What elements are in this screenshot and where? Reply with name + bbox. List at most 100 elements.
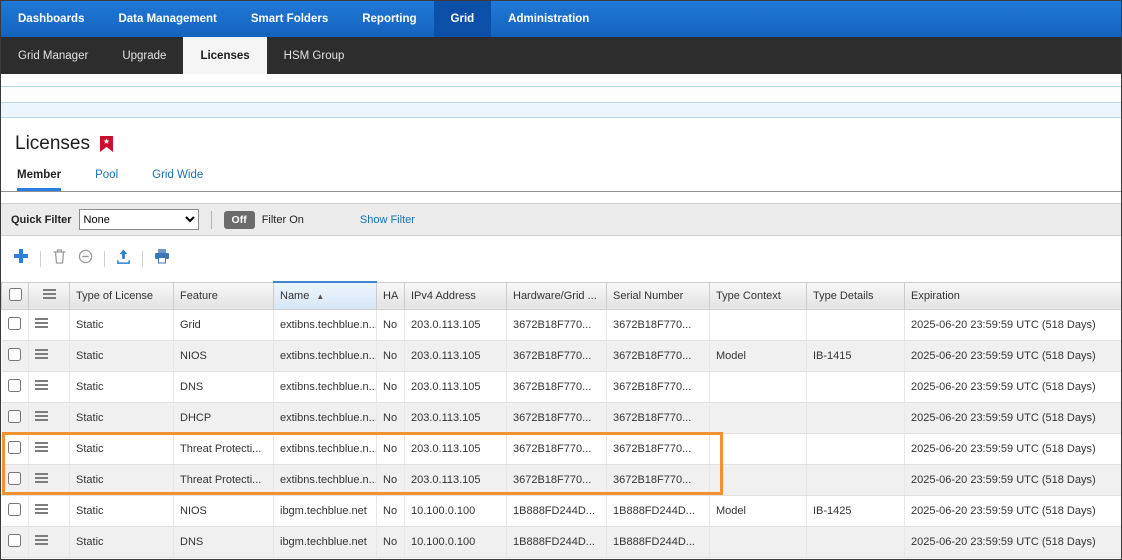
column-header-type-details[interactable]: Type Details: [807, 282, 905, 309]
row-menu-icon[interactable]: [35, 502, 48, 516]
table-row[interactable]: StaticDNSibgm.techblue.netNo10.100.0.100…: [2, 526, 1122, 557]
cell-serial-number: 3672B18F770...: [607, 371, 710, 402]
subnav-hsm-group[interactable]: HSM Group: [267, 37, 362, 74]
nav-data-management[interactable]: Data Management: [101, 1, 233, 37]
row-menu-icon[interactable]: [35, 533, 48, 547]
cell-feature: DNS: [174, 526, 274, 557]
row-menu-icon[interactable]: [35, 347, 48, 361]
row-menu-cell: [29, 495, 70, 526]
table-row[interactable]: StaticNIOSibgm.techblue.netNo10.100.0.10…: [2, 495, 1122, 526]
cell-ha: No: [377, 495, 405, 526]
row-menu-cell: [29, 402, 70, 433]
cell-serial-number: 3672B18F770...: [607, 433, 710, 464]
row-checkbox[interactable]: [8, 534, 21, 547]
table-row[interactable]: StaticNIOSextibns.techblue.n...No203.0.1…: [2, 340, 1122, 371]
table-menu-icon[interactable]: [43, 287, 56, 301]
table-row[interactable]: StaticDNSextibns.techblue.n...No203.0.11…: [2, 371, 1122, 402]
row-menu-icon[interactable]: [35, 316, 48, 330]
column-header-serial-number[interactable]: Serial Number: [607, 282, 710, 309]
column-header-feature[interactable]: Feature: [174, 282, 274, 309]
delete-button[interactable]: [52, 248, 67, 269]
cell-expiration: 2025-06-20 23:59:59 UTC (518 Days): [905, 464, 1122, 495]
cell-hardware: 1B888FD244D...: [507, 526, 607, 557]
subnav-grid-manager[interactable]: Grid Manager: [1, 37, 105, 74]
select-all-checkbox[interactable]: [9, 288, 22, 301]
cell-serial-number: 1B888FD244D...: [607, 526, 710, 557]
column-header-name[interactable]: Name ▲: [274, 282, 377, 309]
disable-button[interactable]: [78, 249, 93, 269]
export-button[interactable]: [116, 249, 131, 269]
row-checkbox-cell: [2, 340, 29, 371]
cell-type-of-license: Static: [70, 464, 174, 495]
row-checkbox[interactable]: [8, 441, 21, 454]
row-menu-icon[interactable]: [35, 409, 48, 423]
cell-hardware: 3672B18F770...: [507, 433, 607, 464]
table-row[interactable]: StaticThreat Protecti...extibns.techblue…: [2, 464, 1122, 495]
subnav-licenses[interactable]: Licenses: [183, 37, 266, 74]
cell-type-context: [710, 464, 807, 495]
filter-on-label: Filter On: [262, 214, 304, 226]
cell-feature: Grid: [174, 309, 274, 340]
view-tabs: Member Pool Grid Wide: [1, 155, 1121, 192]
row-menu-cell: [29, 433, 70, 464]
export-icon: [116, 249, 131, 269]
nav-dashboards[interactable]: Dashboards: [1, 1, 101, 37]
print-button[interactable]: [154, 248, 170, 269]
subnav-upgrade[interactable]: Upgrade: [105, 37, 183, 74]
nav-administration[interactable]: Administration: [491, 1, 606, 37]
filter-toggle-button[interactable]: Off: [224, 211, 255, 229]
cell-serial-number: 3672B18F770...: [607, 309, 710, 340]
row-checkbox[interactable]: [8, 410, 21, 423]
row-checkbox-cell: [2, 309, 29, 340]
tab-member[interactable]: Member: [17, 169, 61, 191]
column-header-ipv4-address[interactable]: IPv4 Address: [405, 282, 507, 309]
column-header-hardware-grid[interactable]: Hardware/Grid ...: [507, 282, 607, 309]
quick-filter-select[interactable]: None: [79, 209, 199, 230]
cell-ha: No: [377, 464, 405, 495]
column-header-expiration[interactable]: Expiration: [905, 282, 1122, 309]
cell-expiration: 2025-06-20 23:59:59 UTC (518 Days): [905, 433, 1122, 464]
table-row[interactable]: StaticGridextibns.techblue.n...No203.0.1…: [2, 309, 1122, 340]
disable-icon: [78, 249, 93, 269]
cell-hardware: 1B888FD244D...: [507, 495, 607, 526]
cell-expiration: 2025-06-20 23:59:59 UTC (518 Days): [905, 340, 1122, 371]
row-checkbox-cell: [2, 433, 29, 464]
table-row[interactable]: StaticThreat Protecti...extibns.techblue…: [2, 433, 1122, 464]
cell-name: extibns.techblue.n...: [274, 433, 377, 464]
column-header-ha[interactable]: HA: [377, 282, 405, 309]
show-filter-link[interactable]: Show Filter: [360, 214, 415, 226]
row-checkbox[interactable]: [8, 472, 21, 485]
row-menu-icon[interactable]: [35, 471, 48, 485]
cell-type-details: IB-1425: [807, 495, 905, 526]
row-menu-cell: [29, 309, 70, 340]
add-button[interactable]: [13, 248, 29, 269]
column-header-type-of-license[interactable]: Type of License: [70, 282, 174, 309]
cell-type-of-license: Static: [70, 433, 174, 464]
cell-type-context: Model: [710, 340, 807, 371]
nav-grid[interactable]: Grid: [434, 1, 492, 37]
cell-name: extibns.techblue.n...: [274, 309, 377, 340]
row-menu-icon[interactable]: [35, 440, 48, 454]
cell-feature: Threat Protecti...: [174, 433, 274, 464]
column-header-type-context[interactable]: Type Context: [710, 282, 807, 309]
cell-ipv4-address: 203.0.113.105: [405, 371, 507, 402]
tab-grid-wide[interactable]: Grid Wide: [152, 169, 203, 191]
row-menu-icon[interactable]: [35, 378, 48, 392]
bookmark-icon[interactable]: ★: [100, 136, 113, 152]
tab-pool[interactable]: Pool: [95, 169, 118, 191]
licenses-table: Type of License Feature Name ▲ HA IPv4 A…: [1, 281, 1122, 558]
row-checkbox[interactable]: [8, 379, 21, 392]
row-checkbox[interactable]: [8, 317, 21, 330]
cell-ipv4-address: 203.0.113.105: [405, 464, 507, 495]
row-checkbox[interactable]: [8, 348, 21, 361]
cell-type-context: [710, 371, 807, 402]
cell-name: ibgm.techblue.net: [274, 526, 377, 557]
cell-type-of-license: Static: [70, 371, 174, 402]
cell-feature: NIOS: [174, 495, 274, 526]
row-checkbox[interactable]: [8, 503, 21, 516]
nav-reporting[interactable]: Reporting: [345, 1, 433, 37]
cell-type-details: [807, 309, 905, 340]
toolbar-divider: [104, 251, 105, 267]
nav-smart-folders[interactable]: Smart Folders: [234, 1, 345, 37]
table-row[interactable]: StaticDHCPextibns.techblue.n...No203.0.1…: [2, 402, 1122, 433]
